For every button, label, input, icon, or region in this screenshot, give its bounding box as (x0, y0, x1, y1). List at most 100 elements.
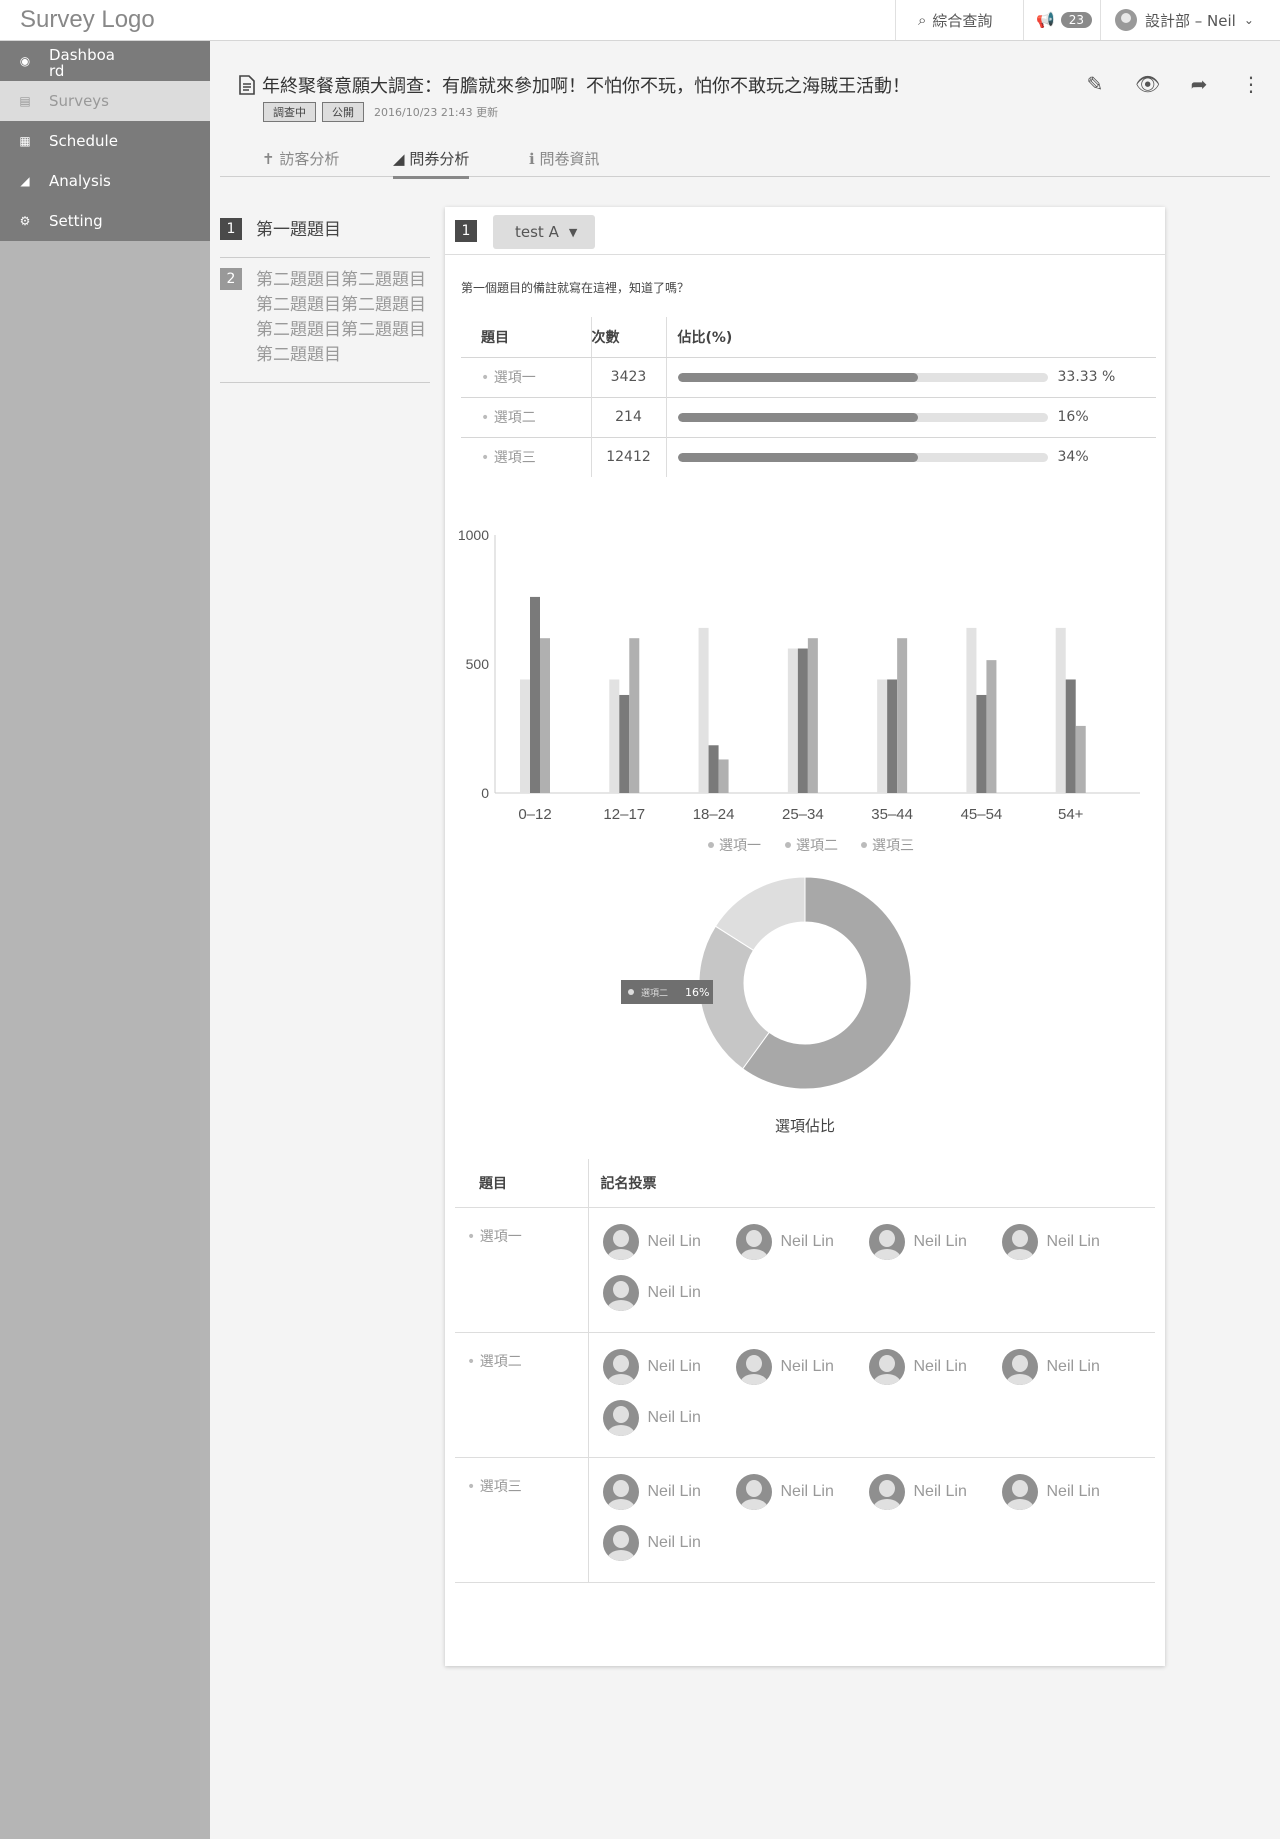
bar[interactable] (609, 679, 620, 793)
progress-bar (677, 452, 1048, 462)
notification-count-badge: 23 (1060, 12, 1092, 28)
voter-item[interactable]: Neil Lin (602, 1223, 736, 1275)
bar[interactable] (530, 596, 540, 793)
tab-label: 訪客分析 (279, 150, 340, 168)
bar[interactable] (797, 648, 808, 793)
option-count: 12412 (590, 436, 667, 477)
bar[interactable] (1065, 679, 1076, 793)
user-avatar (1115, 9, 1137, 31)
x-tick-label: 0–12 (518, 806, 551, 823)
global-search-button[interactable]: ⌕ 綜合查詢 (895, 0, 1023, 40)
bar[interactable] (540, 638, 550, 793)
bar[interactable] (718, 759, 729, 793)
bar[interactable] (1055, 627, 1066, 793)
voter-item[interactable]: Neil Lin (735, 1223, 869, 1275)
x-tick-label: 12–17 (603, 806, 645, 823)
bar[interactable] (807, 638, 818, 793)
edit-icon[interactable]: ✎ (1083, 72, 1107, 96)
voter-item[interactable]: Neil Lin (868, 1348, 1002, 1400)
voter-item[interactable]: Neil Lin (735, 1348, 869, 1400)
sidebar-item-surveys[interactable]: ▤ Surveys (0, 81, 210, 121)
sidebar-item-analysis[interactable]: ◢ Analysis (0, 161, 210, 201)
voter-item[interactable]: Neil Lin (868, 1473, 1002, 1525)
tab-bar: ✝ 訪客分析 ◢ 問券分析 ℹ 問卷資訊 (220, 145, 1270, 179)
tab-survey-info[interactable]: ℹ 問卷資訊 (529, 148, 600, 176)
sidebar-item-dashboard[interactable]: ◉ Dashboard (0, 41, 210, 81)
bar[interactable] (877, 679, 888, 793)
y-tick-label: 1000 (458, 527, 489, 543)
voter-name: Neil Lin (780, 1482, 834, 1500)
table-header-row: 題目 記名投票 (455, 1159, 1155, 1208)
bar[interactable] (698, 627, 709, 793)
bar[interactable] (986, 660, 997, 793)
voter-item[interactable]: Neil Lin (602, 1274, 736, 1326)
bar[interactable] (976, 694, 987, 793)
bar[interactable] (897, 638, 908, 793)
bar[interactable] (787, 648, 798, 793)
voter-item[interactable]: Neil Lin (1001, 1223, 1135, 1275)
eye-icon[interactable]: 👁 (1135, 72, 1160, 96)
caret-down-icon: ▼ (568, 225, 578, 239)
option-label: 選項一 (481, 370, 536, 386)
title-actions: ✎ 👁 ➦ ⋮ (1083, 72, 1263, 96)
question-item[interactable]: 1 第一題題目 (220, 208, 430, 258)
avatar (868, 1348, 905, 1385)
voter-name: Neil Lin (913, 1232, 967, 1250)
visitor-icon: ✝ (262, 150, 275, 168)
legend-marker (861, 842, 867, 848)
share-icon[interactable]: ➦ (1187, 72, 1211, 96)
bar[interactable] (520, 679, 530, 793)
bar[interactable] (887, 679, 898, 793)
option-donut-chart: 選項二 16% 選項佔比 (445, 867, 1165, 1167)
tab-visitor-analysis[interactable]: ✝ 訪客分析 (262, 148, 339, 176)
bar[interactable] (966, 627, 977, 793)
legend-label: 選項一 (719, 838, 761, 854)
card-question-number: 1 (455, 220, 477, 242)
voter-item[interactable]: Neil Lin (602, 1399, 736, 1451)
question-item[interactable]: 2 第二題題目第二題題目第二題題目第二題題目第二題題目第二題題目第二題題目 (220, 258, 430, 383)
tab-label: 問卷資訊 (539, 150, 600, 168)
voter-list: Neil Lin Neil Lin Neil Lin Neil Lin Neil Lin (589, 1458, 1156, 1582)
logo[interactable]: Survey Logo (20, 6, 155, 34)
sidebar-item-setting[interactable]: ⚙ Setting (0, 201, 210, 241)
voter-name: Neil Lin (647, 1482, 701, 1500)
voter-item[interactable]: Neil Lin (602, 1524, 736, 1576)
visibility-badge: 公開 (322, 102, 364, 122)
voter-item[interactable]: Neil Lin (868, 1223, 1002, 1275)
notification-button[interactable]: 📢 23 (1023, 0, 1100, 40)
tab-survey-analysis[interactable]: ◢ 問券分析 (393, 148, 470, 179)
sidebar-item-label: Dashboard (49, 47, 115, 79)
legend-label: 選項二 (796, 838, 838, 854)
updated-timestamp: 2016/10/23 21:43 更新 (374, 106, 499, 119)
user-menu[interactable]: 設計部 – Neil ⌄ (1100, 0, 1280, 40)
progress-bar-fill (677, 412, 918, 422)
voter-name: Neil Lin (780, 1232, 834, 1250)
tab-label: 問券分析 (409, 150, 470, 168)
document-icon (239, 75, 255, 95)
option-count: 3423 (590, 356, 667, 397)
column-header: 題目 (461, 317, 591, 358)
voter-item[interactable]: Neil Lin (602, 1348, 736, 1400)
avatar (602, 1274, 639, 1311)
voter-name: Neil Lin (1046, 1357, 1100, 1375)
bar[interactable] (629, 638, 640, 793)
bar[interactable] (708, 745, 719, 793)
voter-name: Neil Lin (647, 1408, 701, 1426)
donut-chart-svg: 選項二 16% 選項佔比 (621, 876, 912, 1135)
voter-item[interactable]: Neil Lin (735, 1473, 869, 1525)
age-bar-chart: 0 500 1000 0–12 12–17 18–24 25–34 35–44 45–54 54+… (445, 507, 1165, 867)
megaphone-icon: 📢 (1036, 11, 1055, 29)
dashboard-icon: ◉ (19, 54, 31, 68)
sidebar-item-schedule[interactable]: ▦ Schedule (0, 121, 210, 161)
question-text: 第一題題目 (256, 220, 341, 240)
bar[interactable] (619, 694, 630, 793)
voter-item[interactable]: Neil Lin (1001, 1473, 1135, 1525)
bar[interactable] (1075, 725, 1086, 793)
version-select[interactable]: test A ▼ (493, 215, 595, 249)
voter-item[interactable]: Neil Lin (602, 1473, 736, 1525)
more-vertical-icon[interactable]: ⋮ (1239, 72, 1263, 96)
voter-item[interactable]: Neil Lin (1001, 1348, 1135, 1400)
legend-marker (708, 842, 714, 848)
sidebar-item-label: Schedule (49, 132, 118, 150)
user-label: 設計部 – Neil (1145, 11, 1236, 30)
